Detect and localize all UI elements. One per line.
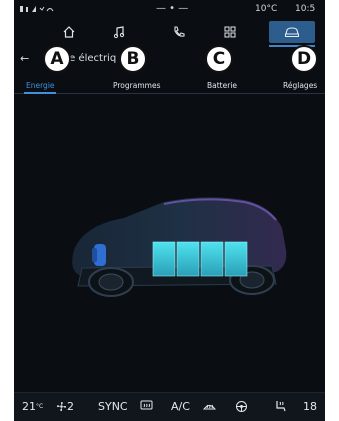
- callout-b: B: [119, 45, 147, 73]
- tab-divider: [14, 93, 325, 94]
- callout-a: A: [43, 45, 71, 73]
- apps-icon[interactable]: [217, 21, 243, 43]
- car-battery-illustration: [54, 180, 294, 310]
- outside-temperature: 10°C: [255, 4, 278, 14]
- left-temp-value: 21: [22, 400, 36, 413]
- phone-icon[interactable]: [166, 21, 192, 43]
- tab-bar: Energie Programmes Batterie Réglages: [14, 76, 325, 94]
- status-icons: [20, 4, 54, 17]
- top-nav: [14, 20, 325, 47]
- sync-button[interactable]: SYNC: [98, 400, 128, 413]
- left-temperature[interactable]: 21 °C: [22, 400, 43, 413]
- tab-batterie[interactable]: Batterie: [207, 81, 237, 90]
- fan-icon: [56, 401, 67, 412]
- tab-programmes[interactable]: Programmes: [113, 81, 160, 90]
- front-wheel: [88, 267, 134, 297]
- rear-defrost-icon[interactable]: [140, 400, 153, 412]
- tab-active-indicator: [24, 92, 56, 94]
- home-icon[interactable]: [56, 21, 82, 43]
- right-temperature[interactable]: 18: [303, 400, 317, 413]
- ac-button[interactable]: A/C: [171, 400, 190, 413]
- tab-energie[interactable]: Energie: [26, 81, 55, 90]
- fan-speed-value: 2: [67, 400, 74, 413]
- seat-heat-icon[interactable]: [273, 400, 287, 412]
- fan-speed[interactable]: 2: [56, 400, 74, 413]
- callout-c: C: [205, 45, 233, 73]
- back-button[interactable]: ←: [20, 52, 29, 65]
- car-icon[interactable]: [269, 21, 315, 43]
- clock: 10:5: [295, 4, 316, 14]
- climate-bar: 21 °C 2 SYNC A/C 18: [14, 392, 325, 421]
- page-indicator: — • —: [156, 3, 189, 14]
- front-defrost-icon[interactable]: [203, 400, 216, 412]
- left-temp-unit: °C: [36, 403, 44, 410]
- callout-d: D: [290, 45, 318, 73]
- status-bar: — • — 10°C 10:5: [14, 0, 325, 20]
- tab-reglages[interactable]: Réglages: [283, 81, 317, 90]
- steering-heat-icon[interactable]: [235, 400, 248, 413]
- music-icon[interactable]: [106, 21, 132, 43]
